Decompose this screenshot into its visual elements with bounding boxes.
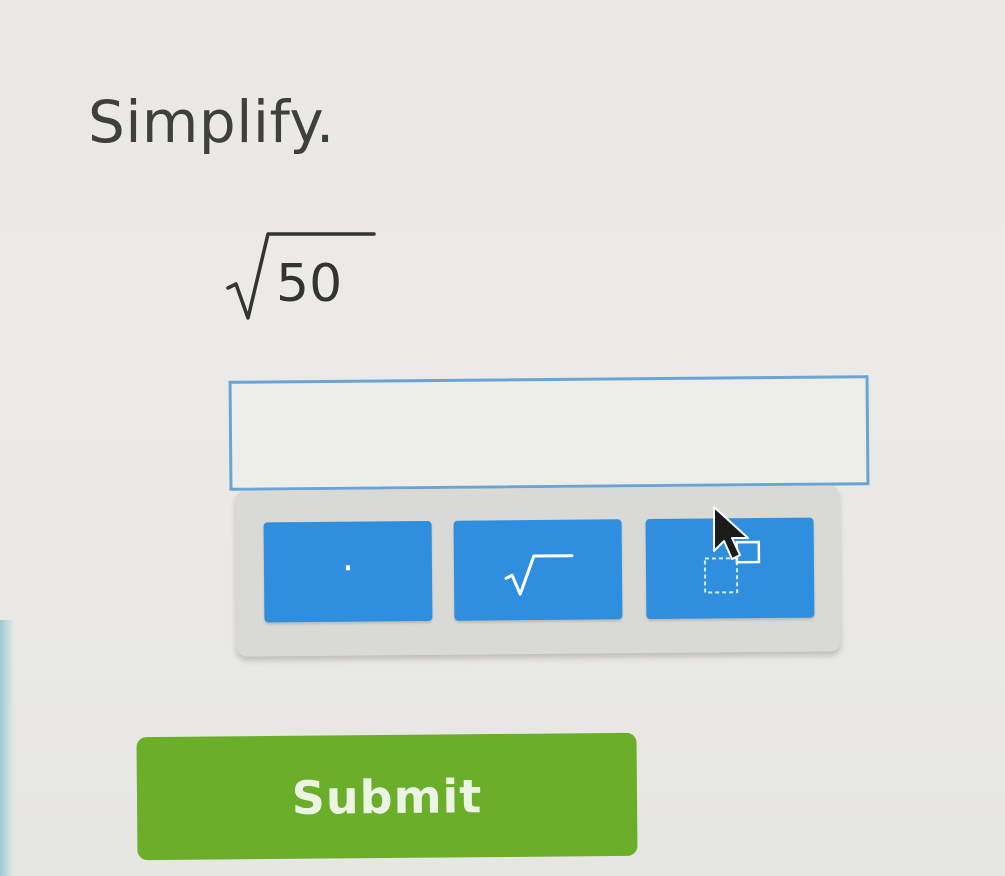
square-root-icon <box>504 554 574 596</box>
background-edge <box>0 620 14 876</box>
mouse-cursor-icon <box>713 506 749 560</box>
sqrt-key-button[interactable] <box>453 519 623 621</box>
dot-key-icon: · <box>341 545 355 592</box>
radical-expression: 50 <box>224 226 384 326</box>
radicand: 50 <box>276 254 343 314</box>
dot-key-button[interactable]: · <box>263 520 433 623</box>
answer-input[interactable] <box>228 375 870 491</box>
question-prompt: Simplify. <box>88 88 335 156</box>
submit-button[interactable]: Submit <box>136 732 638 861</box>
